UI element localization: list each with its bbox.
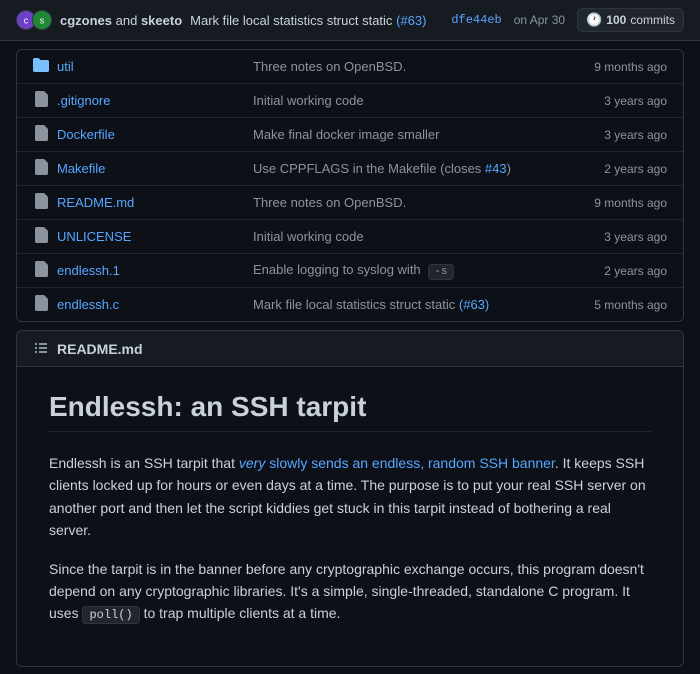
file-message-suffix: ) <box>507 161 511 176</box>
table-row: README.md Three notes on OpenBSD. 9 mont… <box>17 186 683 220</box>
file-message: Make final docker image smaller <box>253 127 547 142</box>
file-icon <box>33 261 49 280</box>
commit-badge: -s <box>428 264 453 280</box>
file-message-text: Use CPPFLAGS in the Makefile (closes <box>253 161 485 176</box>
readme-p2-after: to trap multiple clients at a time. <box>140 605 341 621</box>
readme-paragraph-1: Endlessh is an SSH tarpit that very slow… <box>49 452 651 542</box>
readme-p1-italic: very <box>239 455 265 471</box>
file-icon <box>33 125 49 144</box>
svg-text:c: c <box>24 16 29 26</box>
readme-p1-link[interactable]: very slowly sends an endless, random SSH… <box>239 455 555 471</box>
readme-p1-link-rest: slowly sends an endless, random SSH bann… <box>265 455 555 471</box>
file-name[interactable]: endlessh.c <box>57 297 119 312</box>
file-message-text: Mark file local statistics struct static <box>253 297 459 312</box>
and-text: and <box>116 13 141 28</box>
file-time: 3 years ago <box>547 230 667 244</box>
avatar-2: s <box>32 10 52 30</box>
file-icon <box>33 227 49 246</box>
file-time: 9 months ago <box>547 196 667 210</box>
file-time: 2 years ago <box>547 264 667 278</box>
readme-p1-before: Endlessh is an SSH tarpit that <box>49 455 239 471</box>
file-icon <box>33 159 49 178</box>
readme-content: Endlessh: an SSH tarpit Endlessh is an S… <box>17 367 683 666</box>
commit-date: on Apr 30 <box>514 13 565 27</box>
file-name-cell: endlessh.1 <box>33 261 253 280</box>
file-name[interactable]: .gitignore <box>57 93 110 108</box>
file-name-cell: endlessh.c <box>33 295 253 314</box>
readme-code: poll() <box>82 606 139 624</box>
file-name-cell: .gitignore <box>33 91 253 110</box>
file-name[interactable]: util <box>57 59 74 74</box>
file-message: Three notes on OpenBSD. <box>253 59 547 74</box>
list-icon <box>33 339 49 358</box>
commit-authors: cgzones and skeeto <box>60 13 182 28</box>
file-message: Three notes on OpenBSD. <box>253 195 547 210</box>
file-time: 3 years ago <box>547 128 667 142</box>
commits-count: 100 <box>606 13 626 27</box>
file-time: 2 years ago <box>547 162 667 176</box>
commit-header: c s cgzones and skeeto Mark file local s… <box>0 0 700 41</box>
file-message-link[interactable]: (#63) <box>459 297 489 312</box>
folder-icon <box>33 57 49 76</box>
file-icon <box>33 295 49 314</box>
file-icon <box>33 193 49 212</box>
file-time: 9 months ago <box>547 60 667 74</box>
file-name[interactable]: README.md <box>57 195 134 210</box>
file-message: Enable logging to syslog with -s <box>253 262 547 280</box>
file-name-cell: UNLICENSE <box>33 227 253 246</box>
file-icon <box>33 91 49 110</box>
file-name-cell: Makefile <box>33 159 253 178</box>
svg-text:s: s <box>40 16 45 26</box>
readme-section: README.md Endlessh: an SSH tarpit Endles… <box>16 330 684 667</box>
file-message: Initial working code <box>253 93 547 108</box>
readme-header: README.md <box>17 331 683 367</box>
file-name-cell: Dockerfile <box>33 125 253 144</box>
table-row: Dockerfile Make final docker image small… <box>17 118 683 152</box>
commit-right: dfe44eb on Apr 30 🕐 100 commits <box>451 8 684 32</box>
commit-message-text: Mark file local statistics struct static <box>190 13 392 28</box>
readme-h1: Endlessh: an SSH tarpit <box>49 391 651 432</box>
commits-label: commits <box>630 13 675 27</box>
file-message-link[interactable]: #43 <box>485 161 507 176</box>
readme-section-title: README.md <box>57 341 143 357</box>
file-name[interactable]: UNLICENSE <box>57 229 131 244</box>
file-name[interactable]: Dockerfile <box>57 127 115 142</box>
file-message-text: Enable logging to syslog with <box>253 262 421 277</box>
readme-paragraph-2: Since the tarpit is in the banner before… <box>49 558 651 626</box>
table-row: endlessh.1 Enable logging to syslog with… <box>17 254 683 288</box>
table-row: UNLICENSE Initial working code 3 years a… <box>17 220 683 254</box>
file-message: Initial working code <box>253 229 547 244</box>
file-time: 5 months ago <box>547 298 667 312</box>
author2-link[interactable]: skeeto <box>141 13 182 28</box>
file-message: Mark file local statistics struct static… <box>253 297 547 312</box>
commits-icon: 🕐 <box>586 12 602 28</box>
table-row: util Three notes on OpenBSD. 9 months ag… <box>17 50 683 84</box>
commit-left: c s cgzones and skeeto Mark file local s… <box>16 10 426 30</box>
commits-button[interactable]: 🕐 100 commits <box>577 8 684 32</box>
avatar-group: c s <box>16 10 52 30</box>
file-name-cell: util <box>33 57 253 76</box>
file-table: util Three notes on OpenBSD. 9 months ag… <box>16 49 684 322</box>
file-name[interactable]: Makefile <box>57 161 105 176</box>
commit-pr-link[interactable]: (#63) <box>396 13 426 28</box>
commit-message: Mark file local statistics struct static… <box>190 13 426 28</box>
file-message: Use CPPFLAGS in the Makefile (closes #43… <box>253 161 547 176</box>
file-time: 3 years ago <box>547 94 667 108</box>
file-name-cell: README.md <box>33 193 253 212</box>
file-name[interactable]: endlessh.1 <box>57 263 120 278</box>
table-row: endlessh.c Mark file local statistics st… <box>17 288 683 321</box>
table-row: .gitignore Initial working code 3 years … <box>17 84 683 118</box>
commit-sha[interactable]: dfe44eb <box>451 13 501 27</box>
table-row: Makefile Use CPPFLAGS in the Makefile (c… <box>17 152 683 186</box>
author1-link[interactable]: cgzones <box>60 13 112 28</box>
